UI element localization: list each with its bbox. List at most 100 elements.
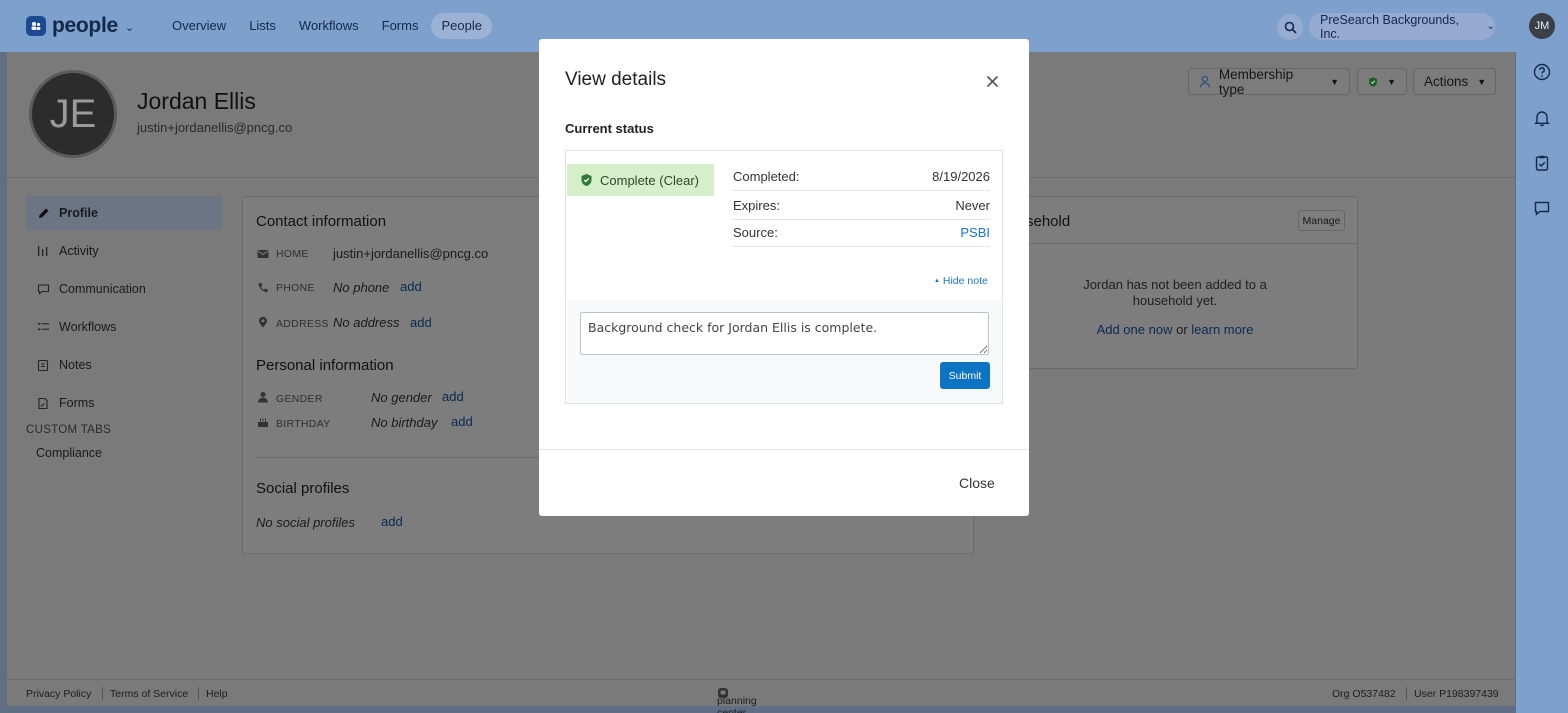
add-phone-link[interactable]: add — [400, 279, 422, 294]
nav-lists[interactable]: Lists — [239, 13, 286, 39]
sidebar-item-activity[interactable]: Activity — [26, 234, 222, 268]
add-birthday-link[interactable]: add — [451, 414, 473, 429]
sidebar-item-workflows[interactable]: Workflows — [26, 310, 222, 344]
sidebar-item-forms[interactable]: Forms — [26, 386, 222, 420]
modal-close-button[interactable] — [983, 72, 1001, 90]
workflow-icon — [36, 321, 50, 333]
org-id: Org O537482 — [1332, 688, 1396, 700]
social-profiles-heading: Social profiles — [256, 480, 350, 497]
custom-tabs-heading: CUSTOM TABS — [26, 424, 112, 436]
address-value: No address — [333, 315, 400, 330]
app-name: people — [52, 14, 118, 37]
modal-close-text-button[interactable]: Close — [959, 475, 995, 491]
sidebar-item-label: Profile — [59, 206, 98, 220]
add-household-link[interactable]: Add one now — [1097, 322, 1173, 337]
brand-text: planning center — [717, 695, 757, 713]
caret-down-icon: ▼ — [1477, 76, 1487, 87]
nav-people[interactable]: People — [431, 13, 492, 39]
note-area: Background check for Jordan Ellis is com… — [567, 300, 1002, 403]
terms-link[interactable]: Terms of Service — [110, 688, 188, 700]
learn-more-link[interactable]: learn more — [1191, 322, 1253, 337]
gender-label: GENDER — [276, 393, 323, 405]
people-logo-icon — [26, 16, 46, 36]
page-footer: Privacy Policy Terms of Service Help pla… — [7, 679, 1515, 713]
nav-overview[interactable]: Overview — [162, 13, 236, 39]
source-link[interactable]: PSBI — [960, 225, 990, 240]
caret-down-icon: ▼ — [1387, 76, 1396, 87]
modal-footer-divider — [539, 449, 1029, 450]
form-icon — [36, 397, 50, 410]
home-email-value[interactable]: justin+jordanellis@pncg.co — [333, 246, 488, 261]
household-empty-line: Jordan has not been added to a — [1083, 277, 1267, 292]
caret-down-icon: ▼ — [1330, 76, 1339, 87]
help-icon[interactable] — [1532, 62, 1552, 82]
sidebar-item-notes[interactable]: Notes — [26, 348, 222, 382]
shield-check-icon — [581, 174, 592, 186]
household-heading: sehold — [1026, 213, 1071, 230]
cake-icon — [258, 418, 268, 427]
shield-check-icon — [1369, 76, 1377, 87]
sidebar-item-profile[interactable]: Profile — [26, 196, 222, 230]
search-button[interactable] — [1277, 14, 1303, 40]
household-empty-line: household yet. — [1132, 293, 1218, 308]
household-links: Add one now or learn more — [993, 322, 1357, 337]
status-badge-label: Complete (Clear) — [600, 172, 699, 188]
phone-value: No phone — [333, 280, 390, 295]
membership-type-button[interactable]: Membership type ▼ — [1188, 66, 1350, 97]
status-badge: Complete (Clear) — [567, 164, 714, 196]
phone-icon — [258, 283, 268, 293]
actions-label: Actions — [1424, 74, 1469, 89]
birthday-label: BIRTHDAY — [276, 418, 331, 430]
household-card: sehold Manage Jordan has not been added … — [992, 196, 1358, 369]
app-switcher[interactable]: people ⌄ — [26, 14, 134, 38]
sidebar-item-label: Communication — [59, 282, 146, 296]
sidebar-item-label: Workflows — [59, 320, 117, 334]
expires-label: Expires: — [733, 198, 780, 213]
sidebar-item-label: Activity — [59, 244, 99, 258]
sidebar-item-communication[interactable]: Communication — [26, 272, 222, 306]
org-switcher[interactable]: PreSearch Backgrounds, Inc. ⌄ — [1309, 13, 1495, 41]
home-label: HOME — [276, 248, 309, 260]
clipboard-check-icon[interactable] — [1532, 153, 1552, 173]
close-icon — [986, 75, 998, 87]
help-link[interactable]: Help — [206, 688, 228, 700]
sidebar-item-label: Notes — [59, 358, 92, 372]
divider — [1406, 687, 1407, 700]
bell-icon[interactable] — [1532, 108, 1552, 128]
manage-household-button[interactable]: Manage — [1298, 210, 1345, 231]
search-icon — [1284, 21, 1297, 34]
nav-workflows[interactable]: Workflows — [289, 13, 369, 39]
chevron-down-icon: ⌄ — [124, 21, 135, 34]
completed-row: Completed: 8/19/2026 — [733, 163, 990, 191]
note-textarea[interactable]: Background check for Jordan Ellis is com… — [580, 312, 989, 355]
person-avatar[interactable]: JE — [29, 70, 117, 158]
chevron-down-icon: ⌄ — [1486, 21, 1495, 32]
source-label: Source: — [733, 225, 778, 240]
personal-info-heading: Personal information — [256, 357, 394, 374]
privacy-policy-link[interactable]: Privacy Policy — [26, 688, 91, 700]
background-check-button[interactable]: ▼ — [1357, 68, 1407, 95]
submit-note-button[interactable]: Submit — [940, 362, 990, 389]
membership-type-label: Membership type — [1218, 66, 1294, 97]
add-social-link[interactable]: add — [381, 514, 403, 529]
sidebar-item-compliance[interactable]: Compliance — [26, 446, 222, 460]
completed-value: 8/19/2026 — [932, 169, 990, 184]
main-nav: Overview Lists Workflows Forms People — [162, 13, 495, 39]
add-address-link[interactable]: add — [410, 315, 432, 330]
sidebar-item-label: Forms — [59, 396, 95, 410]
modal-title: View details — [565, 69, 667, 90]
person-icon — [258, 392, 268, 403]
bars-icon — [36, 245, 50, 257]
view-details-modal: View details Current status Complete (Cl… — [539, 39, 1029, 516]
user-avatar[interactable]: JM — [1529, 13, 1555, 39]
hide-note-toggle[interactable]: ▲ Hide note — [934, 275, 988, 287]
chat-icon[interactable] — [1532, 198, 1552, 218]
nav-forms[interactable]: Forms — [372, 13, 429, 39]
profile-sidebar: Profile Activity Communication Workflows… — [26, 196, 222, 460]
expires-value: Never — [955, 198, 990, 213]
map-pin-icon — [259, 316, 267, 328]
source-row: Source: PSBI — [733, 219, 990, 247]
planning-center-brand: planning center — [717, 687, 757, 713]
actions-button[interactable]: Actions ▼ — [1413, 68, 1496, 95]
add-gender-link[interactable]: add — [442, 389, 464, 404]
